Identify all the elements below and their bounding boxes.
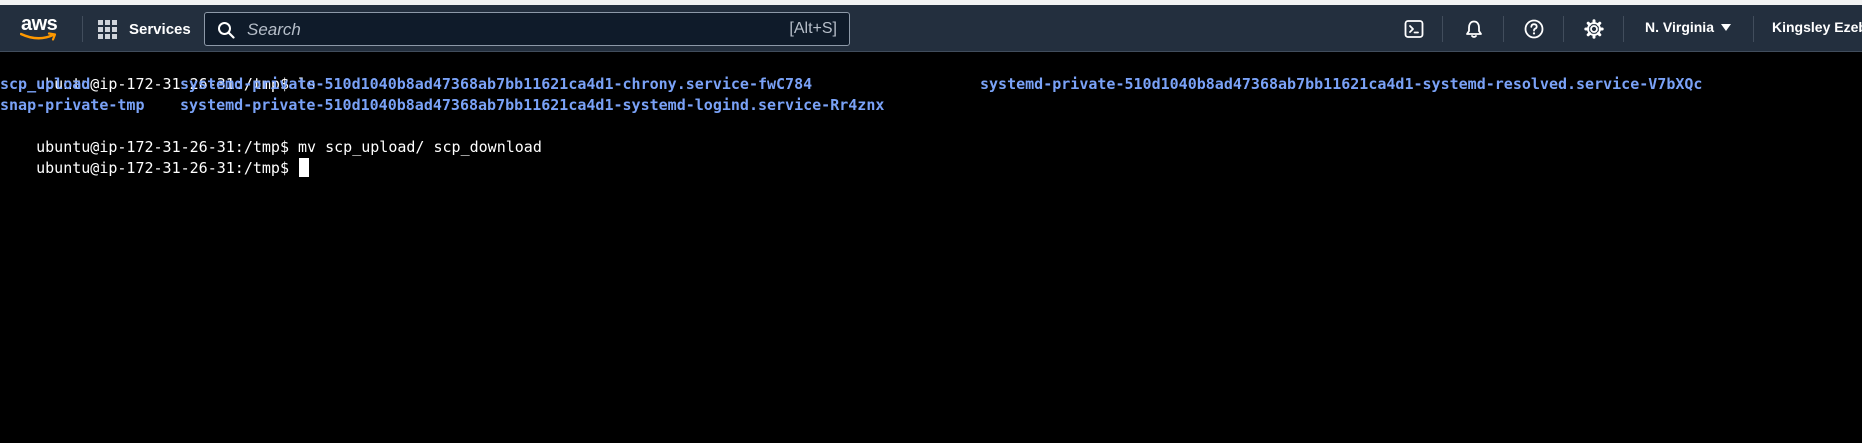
region-selector[interactable]: N. Virginia	[1645, 19, 1731, 35]
terminal-line: ubuntu@ip-172-31-26-31:/tmp$ ls	[0, 53, 1862, 93]
nav-divider	[1442, 16, 1443, 42]
search-input[interactable]	[245, 15, 729, 45]
account-menu[interactable]: Kingsley Ezeb	[1772, 19, 1862, 35]
aws-smile-icon	[20, 32, 57, 41]
ls-entry-directory: systemd-private-510d1040b8ad47368ab7bb11…	[980, 75, 1703, 93]
terminal-line: ubuntu@ip-172-31-26-31:/tmp$	[0, 137, 1862, 177]
terminal-cursor	[299, 158, 309, 177]
aws-logo[interactable]: aws	[18, 13, 62, 43]
ls-entry-directory: systemd-private-510d1040b8ad47368ab7bb11…	[180, 96, 885, 114]
nav-divider	[1623, 16, 1624, 42]
terminal-line: scp_upload systemd-private-510d1040b8ad4…	[0, 74, 1862, 95]
nav-divider	[1563, 16, 1564, 42]
nav-divider	[1753, 16, 1754, 42]
nav-divider	[82, 16, 83, 42]
account-name: Kingsley Ezeb	[1772, 19, 1862, 35]
ls-entry-directory: systemd-private-510d1040b8ad47368ab7bb11…	[180, 75, 813, 93]
ls-entry-directory: snap-private-tmp	[0, 96, 145, 114]
terminal-line: ubuntu@ip-172-31-26-31:/tmp$ mv scp_uplo…	[0, 116, 1862, 156]
settings-icon[interactable]	[1582, 17, 1606, 41]
cloudshell-icon[interactable]	[1402, 17, 1426, 41]
services-menu-button[interactable]: Services	[98, 17, 191, 41]
aws-console-navbar: aws Services [Alt+S]	[0, 5, 1862, 52]
search-bar[interactable]: [Alt+S]	[204, 12, 850, 46]
region-label: N. Virginia	[1645, 19, 1714, 35]
caret-down-icon	[1720, 23, 1731, 31]
search-icon	[218, 22, 235, 39]
search-shortcut-hint: [Alt+S]	[789, 20, 837, 37]
bell-icon[interactable]	[1462, 17, 1486, 41]
help-icon[interactable]	[1522, 17, 1546, 41]
terminal-prompt: ubuntu@ip-172-31-26-31:/tmp$	[36, 159, 289, 177]
services-grid-icon	[98, 19, 117, 39]
ls-entry-directory: scp_upload	[0, 75, 91, 93]
terminal-output[interactable]: ubuntu@ip-172-31-26-31:/tmp$ ls scp_uplo…	[0, 52, 1862, 443]
terminal-line: snap-private-tmp systemd-private-510d104…	[0, 95, 1862, 116]
nav-divider	[1503, 16, 1504, 42]
services-label: Services	[129, 20, 191, 38]
